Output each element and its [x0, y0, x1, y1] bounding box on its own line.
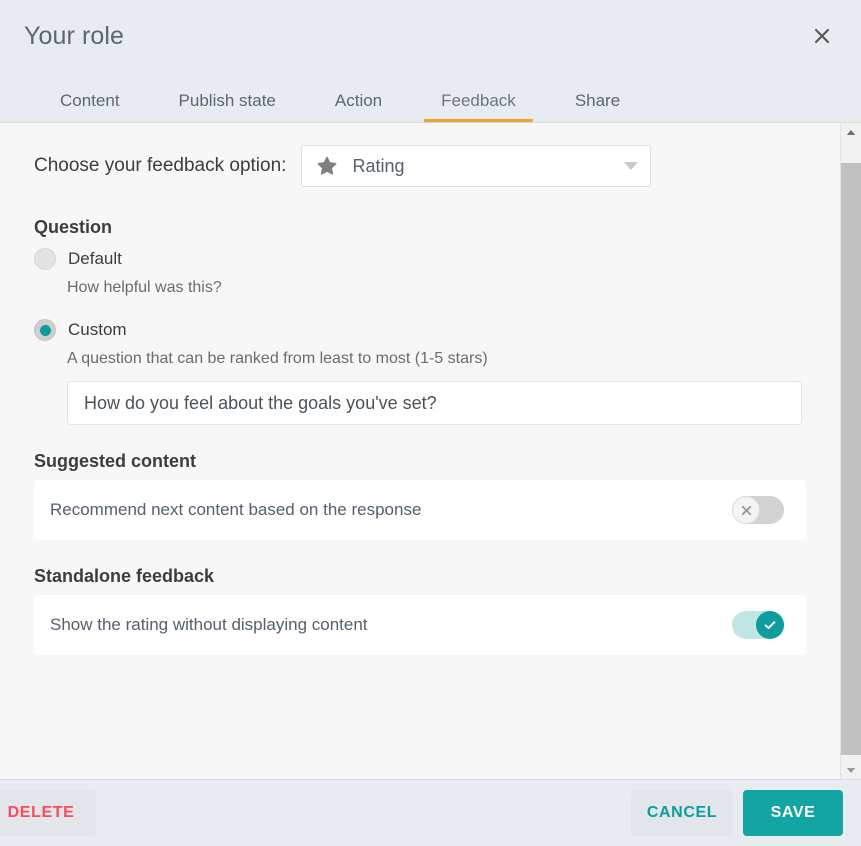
delete-button[interactable]: DELETE — [0, 790, 96, 836]
scrollbar-thumb[interactable] — [841, 163, 861, 755]
suggested-content-section: Suggested content Recommend next content… — [34, 451, 806, 540]
feedback-dialog: Your role Content Publish state Action F… — [0, 0, 861, 846]
radio-custom-label: Custom — [68, 320, 127, 339]
feedback-panel: Choose your feedback option: Rating Ques… — [0, 123, 840, 779]
close-icon — [741, 505, 751, 515]
radio-default-indicator — [34, 248, 56, 270]
dialog-body: Choose your feedback option: Rating Ques… — [0, 122, 861, 779]
radio-custom-indicator — [34, 319, 56, 341]
radio-default-label: Default — [68, 249, 122, 268]
tab-share[interactable]: Share — [575, 91, 620, 122]
suggested-content-label: Recommend next content based on the resp… — [50, 500, 422, 519]
tab-publish-state[interactable]: Publish state — [179, 91, 276, 122]
toggle-knob-off — [732, 496, 760, 524]
caret-up-icon — [846, 129, 856, 135]
question-section: Question Default How helpful was this? C… — [34, 217, 806, 425]
custom-question-input[interactable] — [67, 381, 802, 425]
feedback-option-value: Rating — [352, 155, 405, 176]
tab-content[interactable]: Content — [60, 91, 120, 122]
feedback-option-row: Choose your feedback option: Rating — [34, 145, 806, 187]
standalone-feedback-heading: Standalone feedback — [34, 566, 215, 586]
close-icon[interactable] — [805, 19, 839, 53]
star-icon — [316, 155, 338, 177]
star-glyph — [318, 156, 337, 175]
standalone-feedback-toggle[interactable] — [732, 611, 784, 639]
tab-feedback[interactable]: Feedback — [424, 91, 533, 122]
standalone-feedback-card: Show the rating without displaying conte… — [34, 595, 806, 655]
close-glyph — [814, 28, 830, 44]
save-button[interactable]: SAVE — [743, 790, 843, 836]
suggested-content-toggle[interactable] — [732, 496, 784, 524]
scrollbar-up-button[interactable] — [841, 123, 861, 141]
feedback-option-label: Choose your feedback option: — [34, 155, 287, 176]
dialog-tabs: Content Publish state Action Feedback Sh… — [0, 72, 861, 122]
feedback-option-select[interactable]: Rating — [301, 145, 652, 187]
suggested-content-card: Recommend next content based on the resp… — [34, 480, 806, 540]
suggested-content-heading: Suggested content — [34, 451, 197, 471]
standalone-feedback-label: Show the rating without displaying conte… — [50, 615, 368, 634]
cancel-button[interactable]: CANCEL — [631, 790, 733, 836]
dialog-header: Your role — [0, 0, 861, 72]
page-title: Your role — [24, 21, 125, 50]
radio-default[interactable]: Default — [34, 248, 806, 270]
standalone-feedback-section: Standalone feedback Show the rating with… — [34, 566, 806, 655]
chevron-down-icon — [624, 162, 639, 170]
radio-custom-hint: A question that can be ranked from least… — [67, 350, 488, 367]
check-icon — [764, 621, 776, 630]
scrollbar-down-button[interactable] — [841, 761, 861, 779]
scrollbar-track[interactable] — [841, 141, 861, 761]
toggle-knob-on — [756, 611, 784, 639]
dialog-footer: DELETE CANCEL SAVE — [0, 779, 861, 846]
tab-action[interactable]: Action — [335, 91, 382, 122]
caret-down-icon — [846, 767, 856, 773]
radio-default-hint: How helpful was this? — [67, 279, 222, 296]
radio-custom[interactable]: Custom — [34, 319, 806, 341]
content-scrollbar[interactable] — [840, 123, 861, 779]
question-heading: Question — [34, 217, 113, 237]
